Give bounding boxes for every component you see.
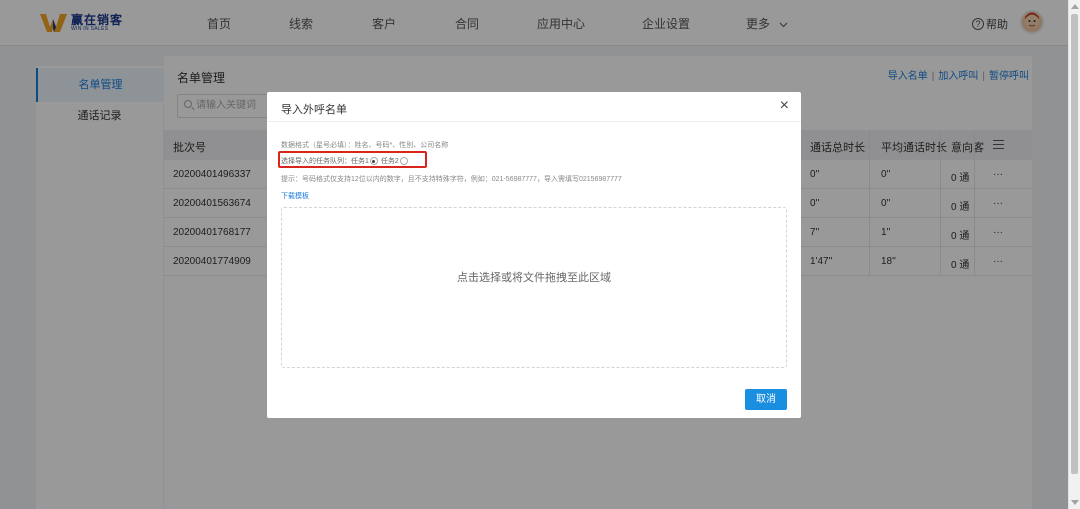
page-scrollbar[interactable] — [1068, 0, 1080, 509]
scroll-thumb[interactable] — [1071, 14, 1078, 474]
dialog-title: 导入外呼名单 — [281, 104, 347, 116]
task-queue-selector: 选择导入的任务队列： 任务1 任务2 — [281, 156, 411, 166]
phone-format-tip: 提示：号码格式仅支持12位以内的数字，且不支持特殊字符，例如：021-56987… — [281, 176, 622, 183]
task-queue-label: 选择导入的任务队列： — [281, 158, 351, 165]
queue-option-task2-label[interactable]: 任务2 — [381, 156, 399, 166]
data-format-hint: 数据格式（星号必填）：姓名、号码*、性别、公司名称 — [281, 142, 449, 149]
radio-icon[interactable] — [399, 157, 408, 165]
dialog-header: 导入外呼名单 × — [267, 92, 801, 122]
scroll-up-icon[interactable] — [1071, 4, 1079, 9]
close-icon[interactable]: × — [780, 98, 789, 114]
radio-icon[interactable] — [369, 157, 378, 165]
dropzone-text: 点击选择或将文件拖拽至此区域 — [457, 272, 611, 284]
download-template-link[interactable]: 下载模板 — [281, 191, 309, 201]
scroll-down-icon[interactable] — [1071, 500, 1079, 505]
cancel-button[interactable]: 取消 — [745, 389, 787, 410]
queue-option-task1-label[interactable]: 任务1 — [351, 156, 369, 166]
import-dialog: 导入外呼名单 × 数据格式（星号必填）：姓名、号码*、性别、公司名称 选择导入的… — [267, 92, 801, 418]
file-dropzone[interactable]: 点击选择或将文件拖拽至此区域 — [281, 207, 787, 368]
